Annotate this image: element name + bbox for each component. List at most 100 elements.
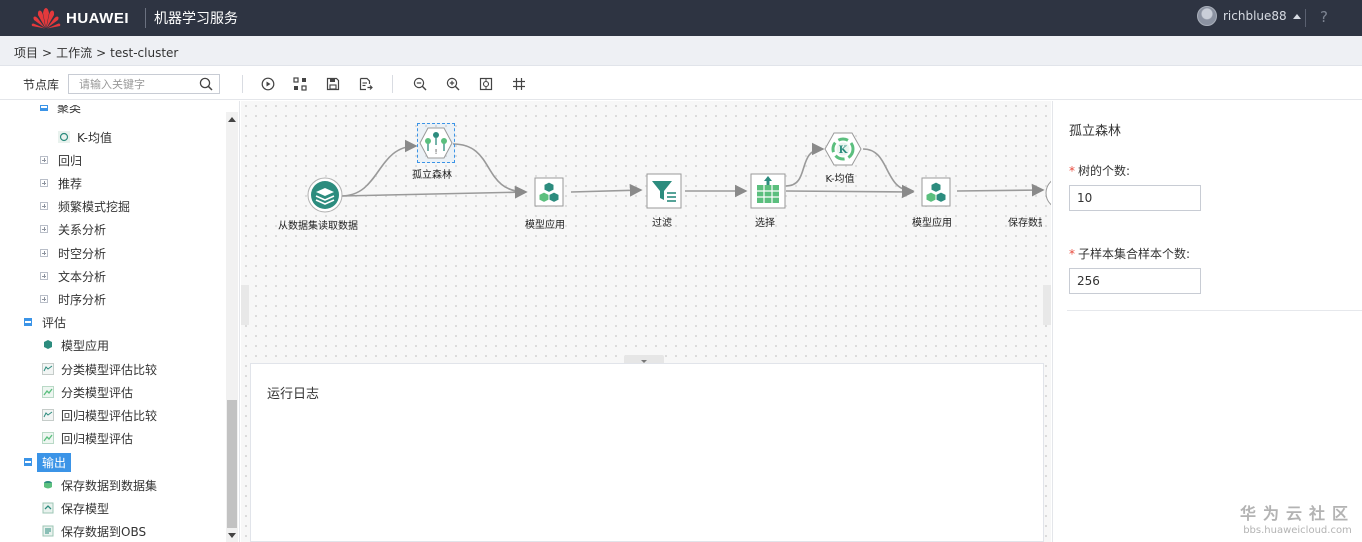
tree-group-output[interactable]: 输出: [24, 452, 72, 472]
subsample-size-input[interactable]: [1069, 268, 1201, 294]
collapse-icon[interactable]: [24, 458, 32, 466]
node-search: [68, 74, 220, 94]
layout-icon: [293, 77, 307, 91]
watermark: 华为云社区 bbs.huaweicloud.com: [1240, 500, 1355, 536]
tree-label: 模型应用: [61, 338, 110, 353]
breadcrumb-separator: >: [42, 46, 53, 60]
tree-count-input[interactable]: [1069, 185, 1201, 211]
edge-select-to-apply2: [785, 185, 915, 199]
tree-group-evaluation[interactable]: 评估: [24, 312, 66, 332]
tree-label: K-均值: [77, 130, 112, 145]
breadcrumb-workflow[interactable]: 工作流: [56, 46, 92, 60]
edge-apply1-to-filter: [570, 183, 643, 197]
tree-label: 分类模型评估比较: [61, 362, 158, 377]
field-label-text: 树的个数:: [1078, 164, 1131, 178]
run-button[interactable]: [259, 75, 277, 93]
tree-item-save-model[interactable]: 保存模型: [42, 498, 109, 518]
flow-node-filter[interactable]: [646, 173, 682, 209]
search-icon[interactable]: [199, 77, 213, 91]
tree-scrollbar-thumb[interactable]: [227, 400, 237, 528]
tree-group-regression[interactable]: 回归: [40, 150, 82, 170]
tree-group-timeseries[interactable]: 时序分析: [40, 289, 106, 309]
expand-icon[interactable]: [40, 202, 48, 210]
tree-group-clustering[interactable]: 聚类: [40, 105, 81, 117]
tree-group-spatiotemporal[interactable]: 时空分析: [40, 243, 106, 263]
caret-up-icon: [1292, 13, 1301, 19]
product-title[interactable]: 机器学习服务: [154, 8, 238, 28]
tree-group-frequent-pattern[interactable]: 频繁模式挖掘: [40, 196, 130, 216]
flow-node-model-apply-2[interactable]: [918, 174, 954, 210]
expand-icon[interactable]: [40, 249, 48, 257]
eval-compare-icon: [42, 409, 54, 421]
huawei-flower-icon: [31, 8, 61, 29]
tree-item-kmeans[interactable]: K-均值: [58, 127, 112, 147]
flow-node-read-dataset[interactable]: [307, 177, 343, 213]
zoom-in-button[interactable]: [444, 75, 462, 93]
search-input[interactable]: [69, 75, 189, 93]
flow-node-label: 保存数据: [1008, 218, 1042, 229]
flow-node-kmeans[interactable]: K: [824, 131, 862, 167]
breadcrumb-project[interactable]: 项目: [14, 46, 38, 60]
eval-icon: [42, 386, 54, 398]
filter-icon: [646, 173, 682, 209]
collapse-left-panel-handle[interactable]: [241, 285, 249, 325]
expand-icon[interactable]: [40, 272, 48, 280]
fit-screen-button[interactable]: [477, 75, 495, 93]
kmeans-node-icon: [58, 131, 70, 143]
flow-node-model-apply[interactable]: [531, 174, 567, 210]
scroll-down-icon[interactable]: [228, 533, 236, 538]
grid-button[interactable]: [510, 75, 528, 93]
tree-item-classification-compare[interactable]: 分类模型评估比较: [42, 359, 157, 379]
collapse-icon[interactable]: [24, 318, 32, 326]
zoom-out-icon: [413, 77, 427, 91]
help-icon[interactable]: ?: [1320, 8, 1328, 26]
cubes-node-icon: [44, 340, 52, 349]
tree-item-model-apply[interactable]: 模型应用: [42, 335, 109, 355]
tree-item-regression-compare[interactable]: 回归模型评估比较: [42, 405, 157, 425]
toolbar-divider: [392, 75, 393, 93]
breadcrumb-separator: >: [96, 46, 107, 60]
zoom-out-button[interactable]: [411, 75, 429, 93]
flow-node-label: 过滤: [652, 218, 672, 229]
user-menu[interactable]: richblue88: [1197, 6, 1301, 26]
flow-node-label: 模型应用: [912, 218, 952, 229]
huawei-logo[interactable]: HUAWEI: [30, 5, 140, 31]
tree-item-save-obs[interactable]: 保存数据到OBS: [42, 521, 146, 541]
expand-icon[interactable]: [40, 225, 48, 233]
flow-node-label: K-均值: [825, 174, 855, 185]
run-icon: [261, 77, 275, 91]
collapse-right-panel-handle[interactable]: [1043, 285, 1051, 325]
tree-label: 时空分析: [58, 246, 107, 261]
save-button[interactable]: [324, 75, 342, 93]
expand-icon[interactable]: [40, 295, 48, 303]
tree-label: 推荐: [58, 176, 83, 191]
eval-icon: [42, 432, 54, 444]
save-model-node-icon: [42, 502, 54, 514]
flow-node-select[interactable]: [750, 173, 786, 209]
node-library-label: 节点库: [23, 78, 60, 92]
expand-icon[interactable]: [40, 179, 48, 187]
tree-label: 分类模型评估: [61, 385, 134, 400]
watermark-title: 华为云社区: [1240, 504, 1356, 523]
save-obs-node-icon: [42, 525, 54, 537]
tree-group-relation[interactable]: 关系分析: [40, 219, 106, 239]
export-button[interactable]: [357, 75, 375, 93]
tree-label: 保存数据到数据集: [61, 478, 158, 493]
auto-layout-button[interactable]: [291, 75, 309, 93]
tree-group-recommendation[interactable]: 推荐: [40, 173, 82, 193]
tree-item-classification-eval[interactable]: 分类模型评估: [42, 382, 133, 402]
tree-item-regression-eval[interactable]: 回归模型评估: [42, 428, 133, 448]
save-icon: [326, 77, 340, 91]
tree-item-save-dataset[interactable]: 保存数据到数据集: [42, 475, 157, 495]
export-icon: [359, 77, 373, 91]
edge-read-to-iforest: [340, 139, 418, 197]
scroll-up-icon[interactable]: [228, 117, 236, 122]
flow-node-save-data[interactable]: [1045, 176, 1051, 210]
save-data-node-icon: [44, 481, 52, 489]
flow-node-isolation-forest[interactable]: !: [417, 123, 455, 163]
tree-group-text[interactable]: 文本分析: [40, 266, 106, 286]
divider: [1305, 9, 1306, 27]
flow-node-label: 孤立森林: [412, 170, 452, 181]
collapse-icon[interactable]: [40, 105, 48, 111]
expand-icon[interactable]: [40, 156, 48, 164]
